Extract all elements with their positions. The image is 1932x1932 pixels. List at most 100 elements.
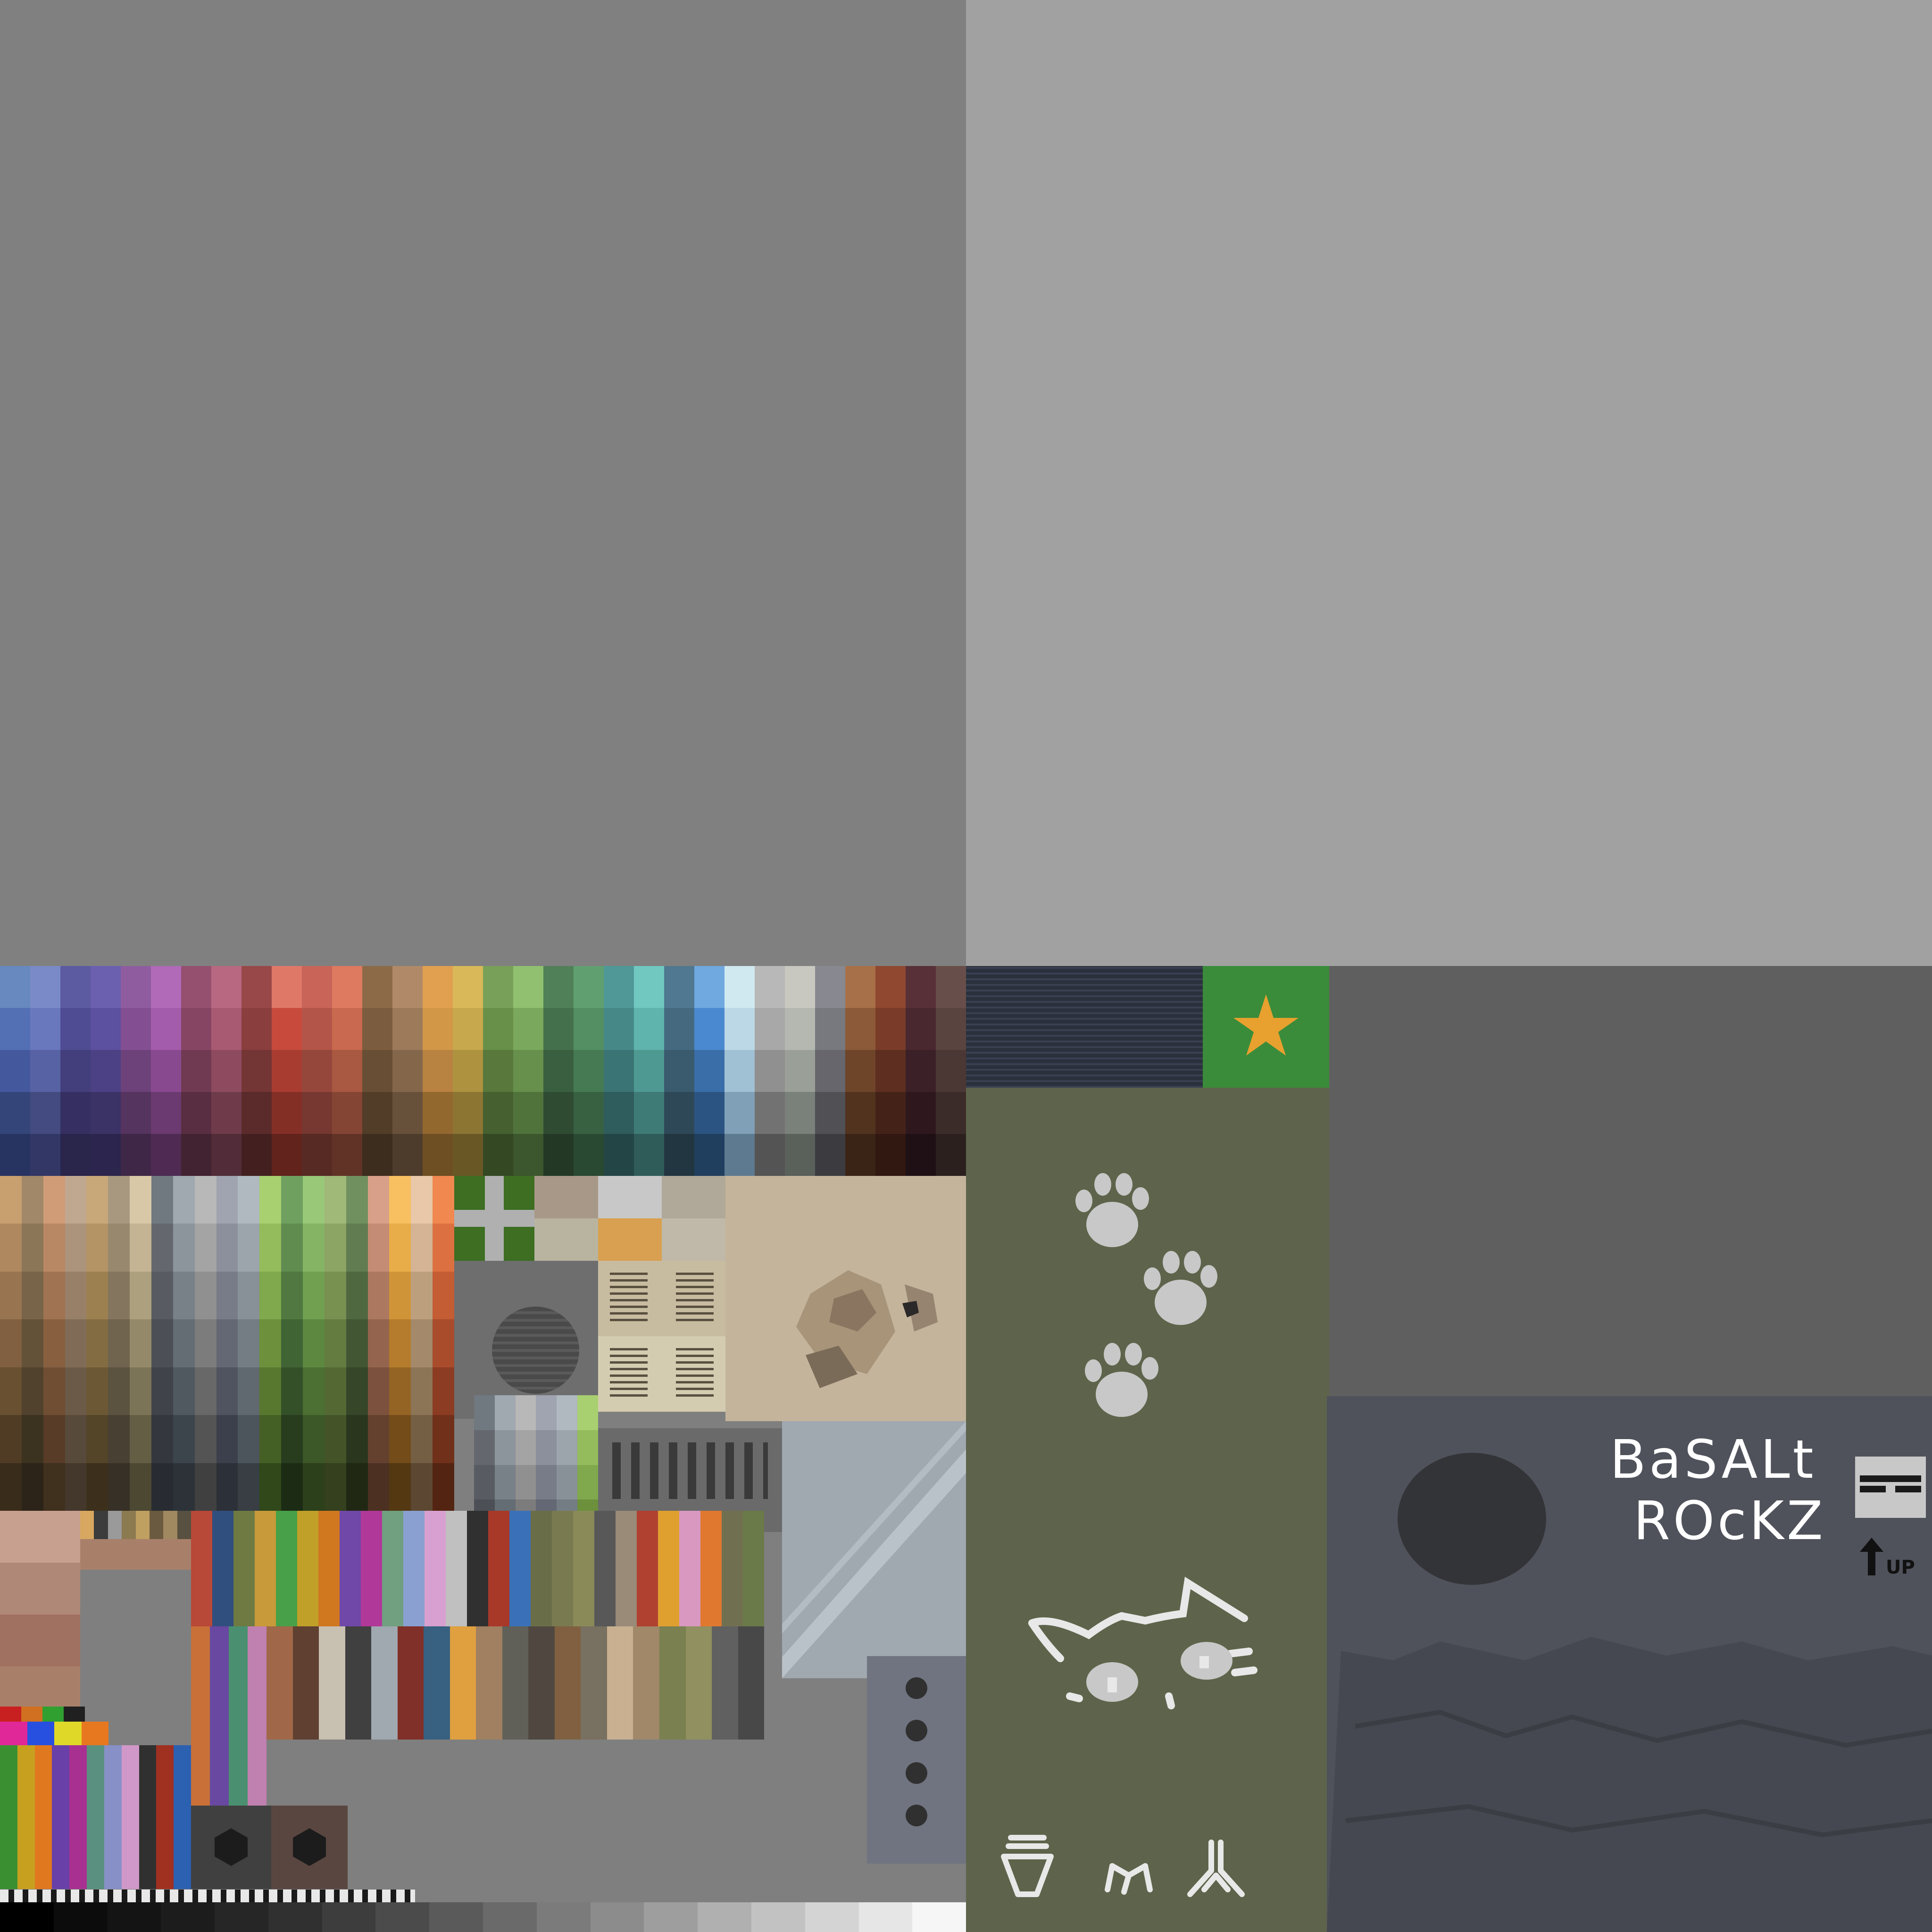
color-swatch bbox=[194, 1271, 217, 1320]
color-swatch bbox=[332, 1134, 362, 1176]
grayscale-ramp bbox=[0, 1902, 966, 1932]
blank-gray-panel-left bbox=[0, 0, 966, 966]
palette-grid-lower bbox=[266, 1626, 765, 1740]
color-swatch bbox=[577, 1465, 598, 1500]
color-swatch bbox=[346, 1415, 368, 1463]
color-swatch bbox=[488, 1511, 509, 1626]
color-swatch bbox=[724, 1008, 755, 1050]
palette-column bbox=[574, 966, 604, 1176]
color-swatch bbox=[634, 1050, 664, 1092]
palette-secondary-column bbox=[21, 1176, 43, 1511]
color-swatch bbox=[121, 1050, 151, 1092]
color-swatch bbox=[712, 1626, 738, 1740]
color-swatch bbox=[658, 1511, 679, 1626]
color-swatch bbox=[531, 1511, 552, 1626]
color-swatch bbox=[906, 1008, 936, 1050]
palette-column bbox=[423, 966, 453, 1176]
color-swatch bbox=[211, 1008, 242, 1050]
color-swatch bbox=[238, 1176, 260, 1224]
color-swatch bbox=[281, 1319, 303, 1367]
color-stripe bbox=[156, 1745, 174, 1889]
color-swatch bbox=[332, 966, 362, 1008]
color-swatch bbox=[65, 1224, 87, 1272]
color-swatch bbox=[303, 1224, 325, 1272]
color-swatch bbox=[502, 1626, 529, 1740]
color-swatch bbox=[108, 1319, 130, 1367]
color-swatch bbox=[173, 1463, 195, 1511]
color-stripes bbox=[0, 1745, 191, 1889]
palette-secondary-column bbox=[238, 1176, 260, 1511]
color-swatch bbox=[389, 1271, 411, 1320]
color-stripe bbox=[248, 1626, 266, 1806]
up-arrow-icon[interactable]: UP bbox=[1860, 1538, 1931, 1580]
color-swatch bbox=[362, 1050, 392, 1092]
color-swatch bbox=[86, 1463, 108, 1511]
color-swatch bbox=[483, 966, 513, 1008]
color-swatch bbox=[64, 1707, 85, 1722]
document-icon bbox=[598, 1261, 725, 1336]
color-swatch bbox=[346, 1176, 368, 1224]
color-swatch bbox=[664, 1008, 694, 1050]
color-swatch bbox=[303, 1271, 325, 1320]
color-swatch bbox=[340, 1511, 361, 1626]
color-swatch bbox=[130, 1367, 152, 1416]
color-swatch bbox=[151, 966, 181, 1008]
color-swatch bbox=[43, 1319, 65, 1367]
color-swatch bbox=[303, 1415, 325, 1463]
color-swatch bbox=[94, 1511, 108, 1539]
color-swatch bbox=[724, 1134, 755, 1176]
color-swatch bbox=[494, 1465, 516, 1500]
color-swatch bbox=[216, 1415, 238, 1463]
color-swatch bbox=[411, 1176, 433, 1224]
color-swatch bbox=[272, 1050, 302, 1092]
color-swatch bbox=[238, 1224, 260, 1272]
color-swatch bbox=[21, 1176, 43, 1224]
color-swatch bbox=[755, 966, 785, 1008]
gray-swatch bbox=[858, 1902, 913, 1932]
color-swatch bbox=[259, 1176, 282, 1224]
color-swatch bbox=[389, 1224, 411, 1272]
color-swatch bbox=[906, 1092, 936, 1134]
star-tile[interactable] bbox=[1203, 966, 1329, 1088]
color-swatch bbox=[91, 1050, 121, 1092]
prong-glyph-icon bbox=[1187, 1840, 1245, 1897]
color-swatch bbox=[173, 1271, 195, 1320]
skin-swatch-block bbox=[0, 1511, 191, 1723]
color-swatch bbox=[906, 1134, 936, 1176]
color-swatch bbox=[594, 1511, 616, 1626]
color-swatch bbox=[664, 1092, 694, 1134]
color-swatch bbox=[346, 1463, 368, 1511]
color-swatch bbox=[21, 1367, 43, 1416]
color-swatch bbox=[554, 1626, 581, 1740]
color-swatch bbox=[543, 966, 574, 1008]
color-swatch bbox=[557, 1430, 578, 1465]
color-swatch bbox=[474, 1395, 495, 1430]
paw-print-icon bbox=[1085, 1343, 1158, 1417]
color-stripes-2 bbox=[191, 1626, 266, 1806]
palette-secondary-column bbox=[433, 1176, 455, 1511]
paw-print-icon bbox=[1144, 1251, 1217, 1325]
color-swatch bbox=[86, 1415, 108, 1463]
blank-gray-panel-right bbox=[966, 0, 1932, 966]
palette-strip-main bbox=[0, 966, 966, 1176]
color-swatch bbox=[324, 1415, 346, 1463]
color-swatch bbox=[403, 1511, 425, 1626]
funnel-glyph-icon bbox=[1001, 1835, 1054, 1897]
color-swatch bbox=[54, 1722, 82, 1745]
color-swatch bbox=[743, 1511, 764, 1626]
color-swatch bbox=[30, 1092, 60, 1134]
color-swatch bbox=[259, 1319, 282, 1367]
color-swatch bbox=[433, 1319, 455, 1367]
color-swatch bbox=[433, 1367, 455, 1416]
color-swatch bbox=[216, 1463, 238, 1511]
color-swatch bbox=[151, 1367, 173, 1416]
color-swatch bbox=[815, 1134, 845, 1176]
palette-column bbox=[121, 966, 151, 1176]
color-swatch bbox=[122, 1511, 136, 1539]
palette-secondary-column bbox=[259, 1176, 282, 1511]
color-swatch bbox=[242, 1092, 272, 1134]
gray-swatch bbox=[375, 1902, 430, 1932]
color-swatch bbox=[815, 1092, 845, 1134]
palette-column bbox=[151, 966, 181, 1176]
color-swatch bbox=[30, 1008, 60, 1050]
